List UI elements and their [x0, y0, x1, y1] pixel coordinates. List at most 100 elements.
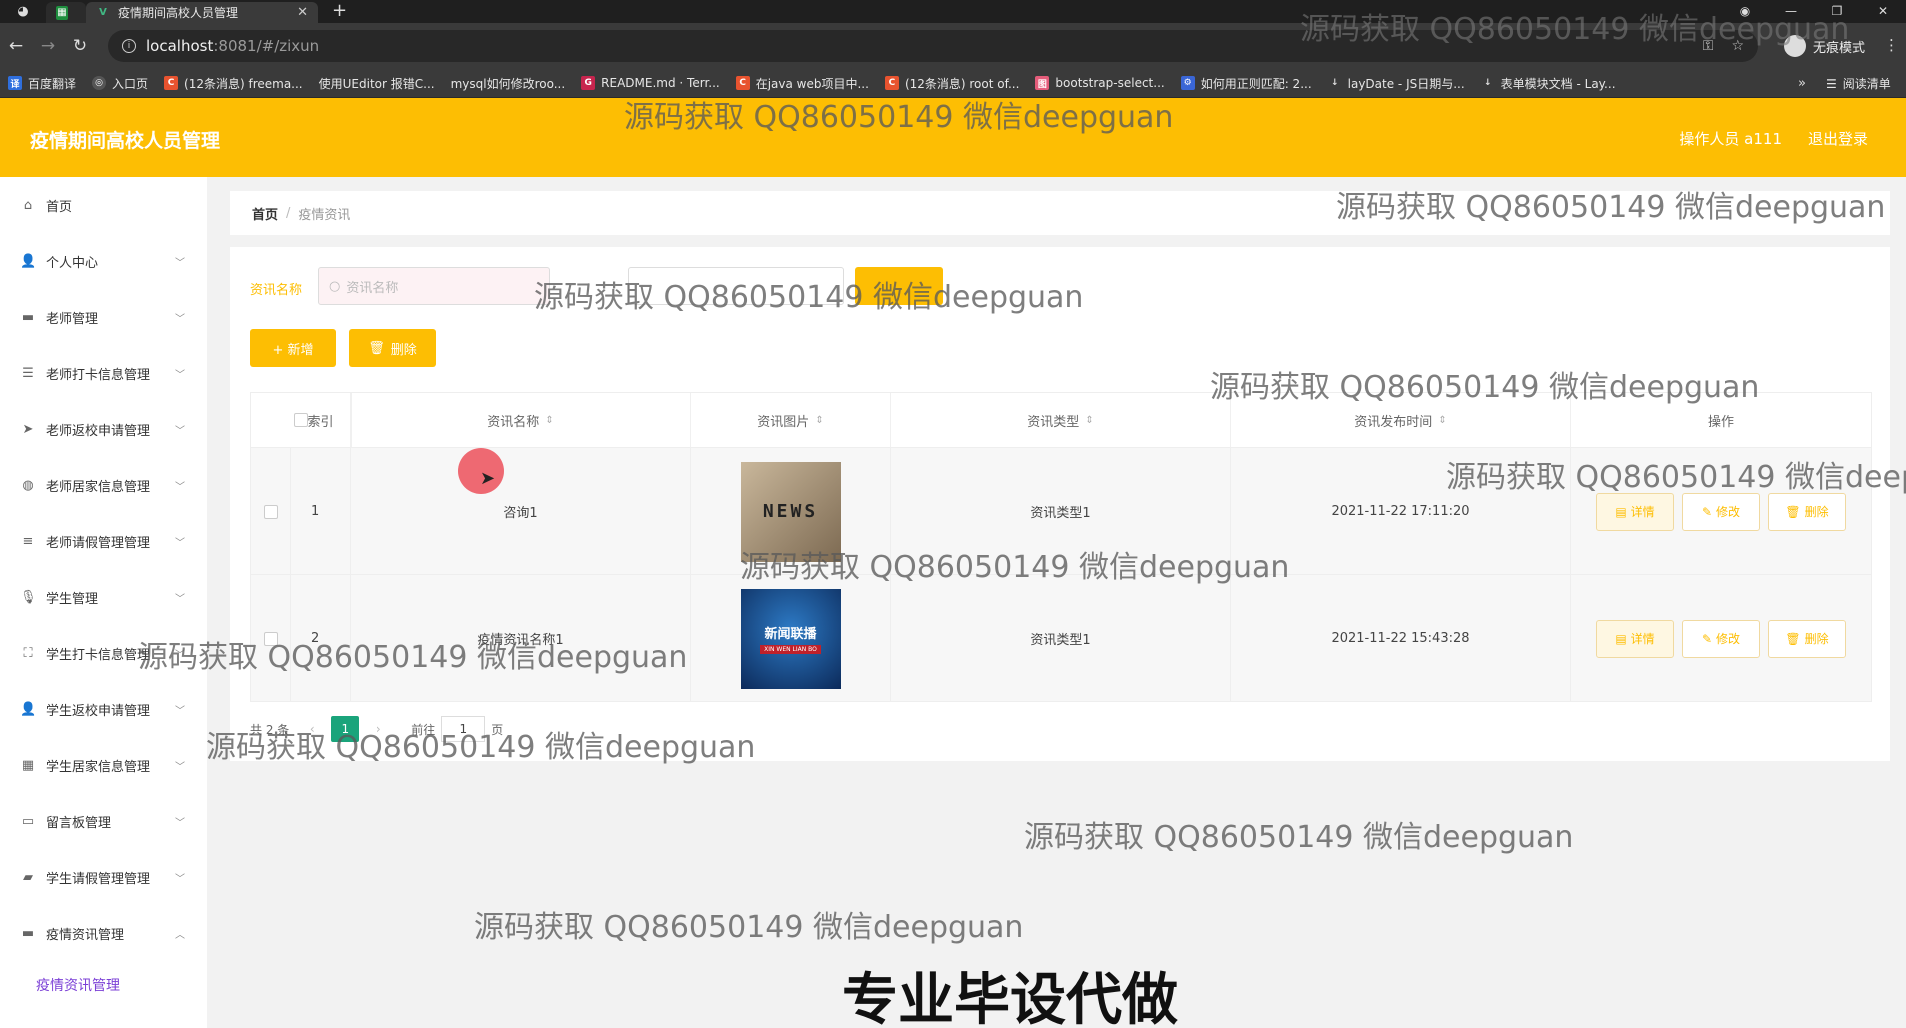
csdn-icon: C	[735, 76, 750, 90]
chevron-down-icon: ﹀	[175, 593, 185, 605]
bookmark-item[interactable]: ◎ 入口页	[92, 75, 148, 92]
bookmark-item[interactable]: C (12条消息) freema...	[164, 75, 303, 92]
goto-page-input[interactable]: 1	[441, 716, 486, 742]
bookmarks-bar: 译百度翻译 ◎ 入口页 C (12条消息) freema... 使用UEditor …	[0, 69, 1906, 98]
breadcrumb: 首页 / 疫情资讯	[230, 191, 1890, 235]
column-header[interactable]: 资讯类型 ⇕	[891, 393, 1231, 447]
sidebar-item[interactable]: 👤 个人中心 ﹀	[0, 233, 207, 289]
doc-icon: ▤	[1615, 631, 1627, 646]
sidebar-item[interactable]: ▰ 学生请假管理管理 ﹀	[0, 849, 207, 905]
close-tab-icon[interactable]: ✕	[297, 5, 308, 20]
search-button[interactable]	[855, 267, 943, 305]
sort-icon[interactable]: ⇕	[1085, 415, 1093, 426]
edit-button[interactable]: ✎ 修改	[1682, 492, 1760, 531]
search-icon: ○	[329, 278, 341, 294]
bookmark-item[interactable]: G README.md · Terr...	[581, 76, 720, 90]
promo-banner: 专业毕设代做	[842, 968, 1178, 1028]
column-header[interactable]: 资讯名称 ⇕	[351, 393, 691, 447]
sort-icon[interactable]: ⇕	[1438, 415, 1446, 426]
sidebar-item[interactable]: 👤 学生返校申请管理 ﹀	[0, 681, 207, 737]
close-window-icon[interactable]: ✕	[1860, 0, 1906, 23]
pager-total: 共 2 条	[250, 722, 290, 737]
folder-icon: ▬	[21, 309, 35, 325]
sidebar-item[interactable]: ▦ 学生居家信息管理 ﹀	[0, 737, 207, 793]
bookmark-item[interactable]: C 在java web项目中...	[735, 75, 869, 92]
add-button[interactable]: + 新增	[250, 329, 336, 367]
row-checkbox[interactable]	[263, 504, 278, 519]
edit-button[interactable]: ✎ 修改	[1682, 619, 1760, 658]
bookmark-item[interactable]: ⚙ 如何用正则匹配: 2...	[1180, 75, 1312, 92]
sidebar-subitem-news[interactable]: 疫情资讯管理	[36, 975, 120, 995]
sidebar-item[interactable]: ➤ 老师返校申请管理 ﹀	[0, 401, 207, 457]
url-path: :8081/#/zixun	[213, 37, 320, 55]
column-header[interactable]: 资讯发布时间 ⇕	[1231, 393, 1571, 447]
minimize-icon[interactable]: —	[1768, 0, 1814, 23]
new-tab-icon[interactable]: +	[332, 0, 347, 23]
column-header[interactable]: 资讯图片 ⇕	[691, 393, 891, 447]
more-icon[interactable]: ⋮	[1884, 36, 1899, 54]
sidebar-item[interactable]: ≡ 老师请假管理管理 ﹀	[0, 513, 207, 569]
row-checkbox[interactable]	[263, 631, 278, 646]
next-page-icon[interactable]: ›	[365, 716, 391, 742]
incognito-indicator[interactable]: 无痕模式	[1784, 32, 1865, 60]
sidebar-item[interactable]: ⌂ 首页	[0, 177, 207, 233]
active-tab[interactable]: V 疫情期间高校人员管理 ✕	[86, 2, 318, 23]
reload-icon[interactable]: ↻	[64, 36, 96, 56]
sidebar-item-label: 老师返校申请管理	[46, 423, 151, 439]
prev-page-icon[interactable]: ‹	[299, 716, 325, 742]
bookmark-item[interactable]: mysql如何修改roo...	[451, 75, 566, 92]
bookmark-item[interactable]: C (12条消息) root of...	[884, 75, 1019, 92]
key-icon[interactable]: ⚿	[1703, 38, 1714, 54]
site-info-icon[interactable]: i	[122, 39, 136, 53]
sidebar-item[interactable]: ◍ 老师居家信息管理 ﹀	[0, 457, 207, 513]
restore-icon[interactable]: ❐	[1814, 0, 1860, 23]
url-field[interactable]: i localhost:8081/#/zixun ⚿ ☆	[108, 30, 1758, 62]
forward-icon[interactable]: →	[32, 36, 64, 56]
page-number-active[interactable]: 1	[331, 716, 360, 742]
news-name-input[interactable]: ○ 资讯名称	[318, 267, 550, 305]
detail-button[interactable]: ▤ 详情	[1596, 619, 1674, 658]
sidebar-item[interactable]: ☰ 老师打卡信息管理 ﹀	[0, 345, 207, 401]
sidebar-item[interactable]: ⛶ 学生打卡信息管理 ﹀	[0, 625, 207, 681]
news-type-input[interactable]	[628, 267, 844, 305]
app-title: 疫情期间高校人员管理	[30, 130, 221, 152]
detail-button[interactable]: ▤ 详情	[1596, 492, 1674, 531]
bookmark-item[interactable]: ↓ layDate - JS日期与...	[1328, 75, 1465, 92]
logout-link[interactable]: 退出登录	[1808, 128, 1868, 149]
column-header: 索引	[291, 393, 351, 447]
back-icon[interactable]: ←	[0, 36, 32, 56]
tab-title: 疫情期间高校人员管理	[118, 6, 239, 20]
sidebar-item-label: 学生管理	[46, 591, 99, 607]
pinned-tab[interactable]: ▦	[46, 2, 86, 23]
sidebar-item[interactable]: ▭ 留言板管理 ﹀	[0, 793, 207, 849]
breadcrumb-home[interactable]: 首页	[252, 204, 278, 223]
table-row[interactable]: 2 疫情资讯名称1 新闻联播 XIN WEN LIAN BO 资讯类型1 2021…	[251, 574, 1871, 702]
batch-delete-button[interactable]: 🗑 删除	[349, 329, 436, 367]
sort-icon[interactable]: ⇕	[815, 415, 823, 426]
sidebar-item[interactable]: ▬ 老师管理 ﹀	[0, 289, 207, 345]
chevron-down-icon: ﹀	[175, 369, 185, 381]
delete-button[interactable]: 🗑 删除	[1768, 492, 1846, 531]
list-icon: ≡	[22, 533, 34, 549]
doc-icon: 图	[1035, 76, 1050, 90]
trash-icon: 🗑	[1785, 504, 1801, 519]
trash-icon: 🗑	[368, 340, 385, 356]
reading-list[interactable]: ☰ 阅读清单	[1826, 75, 1891, 92]
bookmark-item[interactable]: 使用UEditor 报错C...	[319, 75, 435, 92]
sort-icon[interactable]: ⇕	[545, 415, 553, 426]
star-icon[interactable]: ☆	[1731, 38, 1744, 54]
sidebar-item-label: 学生居家信息管理	[46, 759, 151, 775]
globe-icon: ◎	[92, 76, 107, 90]
gitee-icon: G	[581, 76, 596, 90]
bookmark-item[interactable]: 译百度翻译	[8, 75, 76, 92]
browser-menu-icon[interactable]: ◕	[0, 0, 46, 23]
bookmarks-overflow-icon[interactable]: »	[1798, 76, 1806, 91]
sidebar-item-label: 学生请假管理管理	[46, 871, 151, 887]
breadcrumb-separator: /	[286, 205, 291, 221]
sidebar-item[interactable]: ▬ 疫情资讯管理 ︿	[0, 905, 207, 961]
sidebar-item[interactable]: 🎙 学生管理 ﹀	[0, 569, 207, 625]
delete-button[interactable]: 🗑 删除	[1768, 619, 1846, 658]
tab-search-icon[interactable]: ◉	[1722, 0, 1768, 23]
bookmark-item[interactable]: ↓ 表单模块文档 - Lay...	[1481, 75, 1616, 92]
bookmark-item[interactable]: 图 bootstrap-select...	[1035, 76, 1165, 90]
